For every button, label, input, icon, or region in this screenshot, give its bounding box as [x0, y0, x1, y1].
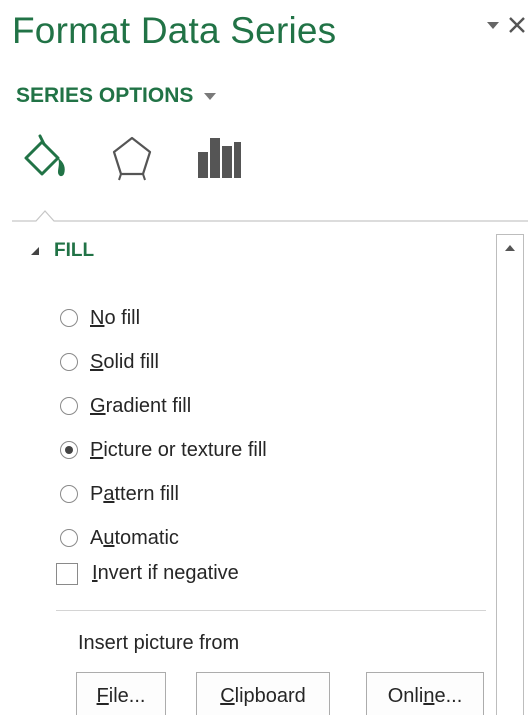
scroll-up-arrow-icon	[505, 245, 515, 251]
fill-options-group: No fill Solid fill Gradient fill Picture…	[60, 296, 267, 560]
option-label: Picture or texture fill	[90, 438, 267, 461]
radio-button[interactable]	[60, 397, 78, 415]
radio-gradient-fill[interactable]: Gradient fill	[60, 384, 267, 428]
checkbox-label: Invert if negative	[92, 562, 239, 584]
title-controls	[486, 14, 528, 36]
series-options-dropdown[interactable]: SERIES OPTIONS	[16, 84, 217, 108]
radio-button-selected[interactable]	[60, 441, 78, 459]
vertical-scrollbar[interactable]	[496, 234, 524, 715]
radio-solid-fill[interactable]: Solid fill	[60, 340, 267, 384]
radio-automatic[interactable]: Automatic	[60, 516, 267, 560]
bar-chart-icon[interactable]	[194, 132, 242, 182]
pane-title: Format Data Series	[12, 10, 337, 51]
invert-if-negative-checkbox[interactable]: Invert if negative	[56, 562, 239, 585]
section-divider	[56, 610, 486, 611]
option-label: Solid fill	[90, 350, 159, 373]
radio-selected-dot	[65, 446, 73, 454]
online-button[interactable]: Onli n e...	[366, 672, 484, 715]
collapse-caret-icon	[31, 247, 39, 255]
radio-picture-or-texture-fill[interactable]: Picture or texture fill	[60, 428, 267, 472]
close-icon[interactable]	[506, 14, 528, 36]
radio-no-fill[interactable]: No fill	[60, 296, 267, 340]
format-tabs	[22, 132, 242, 182]
pentagon-icon[interactable]	[108, 132, 156, 182]
option-label: Gradient fill	[90, 394, 192, 417]
series-options-label: SERIES OPTIONS	[16, 84, 194, 107]
checkbox[interactable]	[56, 562, 78, 585]
chevron-down-icon	[204, 93, 217, 100]
clipboard-button[interactable]: Clipboard	[196, 672, 330, 715]
fill-section-header[interactable]: FILL	[30, 240, 94, 262]
paint-bucket-icon[interactable]	[22, 132, 70, 182]
radio-button[interactable]	[60, 353, 78, 371]
option-label: Automatic	[90, 526, 179, 549]
option-label: Pattern fill	[90, 482, 179, 505]
insert-picture-from-label: Insert picture from	[78, 632, 240, 654]
scroll-up-button[interactable]	[497, 235, 523, 261]
format-data-series-pane: Format Data Series SERIES OPTIONS FILL N…	[0, 0, 528, 715]
pane-options-arrow-icon[interactable]	[486, 20, 500, 30]
radio-button[interactable]	[60, 485, 78, 503]
option-label: No fill	[90, 306, 141, 329]
radio-button[interactable]	[60, 529, 78, 547]
radio-button[interactable]	[60, 309, 78, 327]
file-button[interactable]: File...	[76, 672, 166, 715]
fill-section-label: FILL	[54, 240, 95, 261]
tab-selection-indicator	[12, 210, 528, 222]
radio-pattern-fill[interactable]: Pattern fill	[60, 472, 267, 516]
